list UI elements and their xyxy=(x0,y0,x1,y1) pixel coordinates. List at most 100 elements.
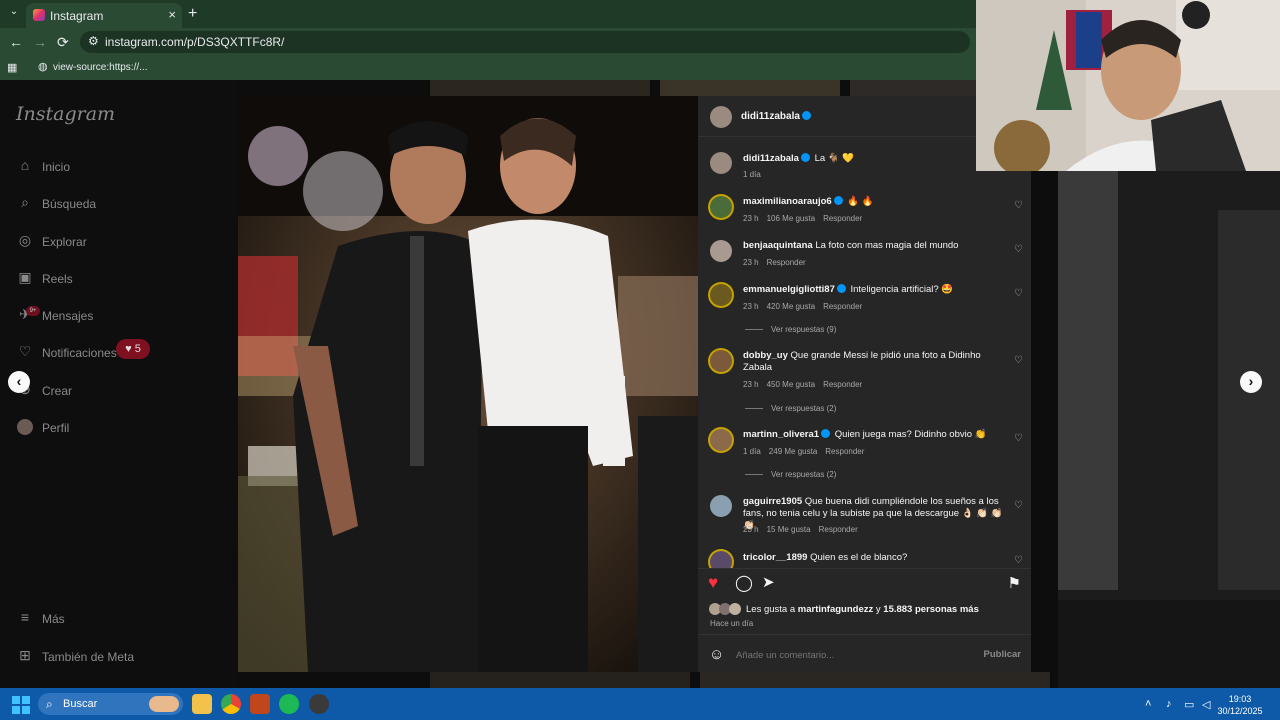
like-comment-icon[interactable]: ♡ xyxy=(1014,244,1023,255)
comment-likes[interactable]: 249 Me gusta xyxy=(769,447,817,456)
comment-time: 23 h xyxy=(743,525,759,534)
comment-body: Quien es el de blanco? xyxy=(810,552,908,563)
spotify-icon[interactable] xyxy=(279,694,299,714)
close-tab-icon[interactable]: × xyxy=(168,7,176,22)
post-photo xyxy=(238,96,698,672)
view-replies-label[interactable]: Ver respuestas (2) xyxy=(771,470,836,479)
nav-reels[interactable]: ▣ Reels xyxy=(16,267,226,291)
comment-avatar[interactable] xyxy=(710,429,732,451)
nav-also-from-meta[interactable]: ⊞ También de Meta xyxy=(16,645,226,669)
comment-likes[interactable]: 420 Me gusta xyxy=(767,302,815,311)
comment-username[interactable]: emmanuelgigliotti87 xyxy=(743,284,835,295)
view-replies-button[interactable]: Ver respuestas (2) xyxy=(745,470,836,479)
comment-username[interactable]: gaguirre1905 xyxy=(743,496,802,507)
emoji-icon[interactable]: ☺ xyxy=(709,646,724,663)
caption-avatar[interactable] xyxy=(710,152,732,174)
taskbar-search[interactable]: ⌕ Buscar xyxy=(38,693,183,715)
browser-tab[interactable]: Instagram × xyxy=(26,3,182,28)
comment-avatar[interactable] xyxy=(710,284,732,306)
address-bar[interactable]: ⚙ instagram.com/p/DS3QXTTFc8R/ xyxy=(80,31,970,53)
site-info-icon[interactable]: ⚙ xyxy=(88,34,99,48)
nav-explore[interactable]: ◎ Explorar xyxy=(16,230,226,254)
comment-input[interactable] xyxy=(736,647,956,663)
instagram-logo[interactable]: Instagram xyxy=(16,103,115,125)
comment-meta: 23 h Responder xyxy=(743,258,814,267)
comment-avatar[interactable] xyxy=(710,551,732,568)
back-icon[interactable]: ← xyxy=(9,34,23,50)
previous-post-arrow-icon[interactable]: ‹ xyxy=(8,371,30,393)
author-avatar[interactable] xyxy=(710,106,732,128)
comment-avatar[interactable] xyxy=(710,350,732,372)
next-post-arrow-icon[interactable]: › xyxy=(1240,371,1262,393)
save-bookmark-icon[interactable]: ⚑ xyxy=(1008,574,1021,592)
caption-username[interactable]: didi11zabala xyxy=(743,153,799,164)
nav-label: Perfil xyxy=(42,421,70,435)
view-replies-label[interactable]: Ver respuestas (9) xyxy=(771,325,836,334)
bookmark-item[interactable]: view-source:https://... xyxy=(53,62,147,73)
reply-button[interactable]: Responder xyxy=(767,258,806,267)
app-icon[interactable] xyxy=(250,694,270,714)
nav-create[interactable]: ⊕ Crear xyxy=(16,379,226,403)
comment-clip: tricolor__1899 Quien es el de blanco? ♡ xyxy=(698,546,1031,568)
liked-heart-icon[interactable]: ♥ xyxy=(708,573,718,593)
tab-list-chevron-icon[interactable]: ⌄ xyxy=(6,6,22,22)
comment-avatar[interactable] xyxy=(710,240,732,262)
comment-avatar[interactable] xyxy=(710,495,732,517)
comment-icon[interactable]: ◯ xyxy=(735,573,753,593)
comment-username[interactable]: maximilianoaraujo6 xyxy=(743,196,832,207)
reply-button[interactable]: Responder xyxy=(825,447,864,456)
url-text[interactable]: instagram.com/p/DS3QXTTFc8R/ xyxy=(105,35,284,49)
tray-chevron-icon[interactable]: ˄ xyxy=(1145,698,1151,710)
new-tab-button[interactable]: + xyxy=(188,5,197,23)
reply-button[interactable]: Responder xyxy=(823,380,862,389)
caption-time: 1 día xyxy=(743,170,761,179)
comment-avatar[interactable] xyxy=(710,196,732,218)
reply-button[interactable]: Responder xyxy=(823,302,862,311)
verified-badge-icon xyxy=(821,429,831,438)
reply-button[interactable]: Responder xyxy=(819,525,858,534)
windows-start-icon[interactable] xyxy=(12,696,30,714)
like-comment-icon[interactable]: ♡ xyxy=(1014,555,1023,566)
like-comment-icon[interactable]: ♡ xyxy=(1014,355,1023,366)
nav-more[interactable]: ≡ Más xyxy=(16,607,226,631)
apps-grid-icon[interactable]: ▦ xyxy=(7,61,17,74)
search-icon: ⌕ xyxy=(21,194,29,210)
nav-home[interactable]: ⌂ Inicio xyxy=(16,155,226,179)
chrome-icon[interactable] xyxy=(221,694,241,714)
verified-badge-icon xyxy=(836,284,846,293)
post-author[interactable]: didi11zabala xyxy=(741,111,813,122)
share-icon[interactable]: ➤ xyxy=(762,573,775,591)
nav-messages[interactable]: ✈ Mensajes xyxy=(16,304,226,328)
comment-likes[interactable]: 106 Me gusta xyxy=(767,214,815,223)
microphone-icon[interactable]: ♪ xyxy=(1166,698,1172,710)
comment-username[interactable]: martinn_olivera1 xyxy=(743,429,819,440)
likes-summary: Les gusta a martinfagundezz y 15.883 per… xyxy=(746,604,979,615)
reload-icon[interactable]: ⟳ xyxy=(57,34,69,51)
view-replies-button[interactable]: Ver respuestas (9) xyxy=(745,325,836,334)
forward-icon[interactable]: → xyxy=(33,34,47,50)
comment-likes[interactable]: 450 Me gusta xyxy=(767,380,815,389)
obs-icon[interactable] xyxy=(309,694,329,714)
nav-search[interactable]: ⌕ Búsqueda xyxy=(16,192,226,216)
reply-button[interactable]: Responder xyxy=(823,214,862,223)
network-icon[interactable]: ▭ xyxy=(1184,698,1194,711)
like-comment-icon[interactable]: ♡ xyxy=(1014,288,1023,299)
comment-text: maximilianoaraujo6 🔥 🔥 xyxy=(743,196,1005,208)
comment-username[interactable]: benjaaquintana xyxy=(743,240,813,251)
likes-user[interactable]: martinfagundezz xyxy=(798,604,873,615)
likes-count[interactable]: 15.883 personas más xyxy=(883,604,979,615)
nav-profile[interactable]: Perfil xyxy=(16,416,226,440)
like-comment-icon[interactable]: ♡ xyxy=(1014,500,1023,511)
comment-likes[interactable]: 15 Me gusta xyxy=(767,525,811,534)
messages-badge: 9+ xyxy=(26,306,40,316)
publish-button[interactable]: Publicar xyxy=(984,649,1022,660)
view-replies-button[interactable]: Ver respuestas (2) xyxy=(745,404,836,413)
view-replies-label[interactable]: Ver respuestas (2) xyxy=(771,404,836,413)
like-comment-icon[interactable]: ♡ xyxy=(1014,433,1023,444)
author-username[interactable]: didi11zabala xyxy=(741,111,800,122)
like-comment-icon[interactable]: ♡ xyxy=(1014,200,1023,211)
comment-username[interactable]: tricolor__1899 xyxy=(743,552,807,563)
nav-label: Mensajes xyxy=(42,309,94,323)
file-explorer-icon[interactable] xyxy=(192,694,212,714)
comment-username[interactable]: dobby_uy xyxy=(743,350,788,361)
